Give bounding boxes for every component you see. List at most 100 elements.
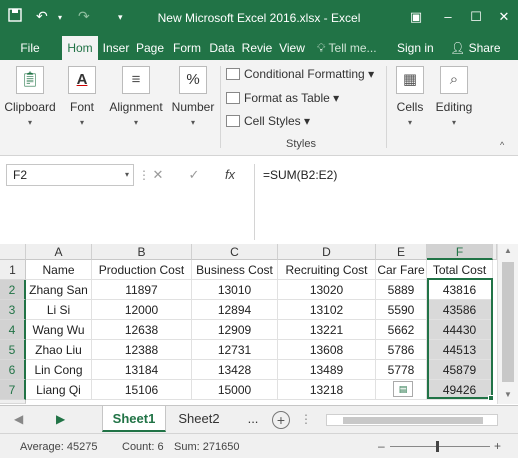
insert-function-icon[interactable]: fx [218, 164, 242, 186]
horizontal-scrollbar[interactable] [326, 414, 498, 426]
minimize-icon[interactable]: – [436, 6, 460, 28]
prev-sheet-icon[interactable]: ◀ [14, 412, 23, 426]
cell-a5[interactable]: Zhao Liu [26, 340, 92, 360]
column-header-b[interactable]: B [92, 244, 192, 260]
cell-f5[interactable]: 44513 [427, 340, 493, 360]
row-header-4[interactable]: 4 [0, 320, 26, 340]
cell-b5[interactable]: 12388 [92, 340, 192, 360]
cell-c5[interactable]: 12731 [192, 340, 278, 360]
row-header-5[interactable]: 5 [0, 340, 26, 360]
cell-c3[interactable]: 12894 [192, 300, 278, 320]
cell-d6[interactable]: 13489 [278, 360, 376, 380]
cell-c7[interactable]: 15000 [192, 380, 278, 400]
tab-sheet1[interactable]: Sheet1 [102, 406, 166, 432]
zoom-out-icon[interactable]: – [378, 439, 385, 453]
column-header-c[interactable]: C [192, 244, 278, 260]
clipboard-group[interactable]: 📋︎ Clipboard ▾ [0, 60, 60, 156]
zoom-slider[interactable] [390, 441, 490, 452]
cancel-icon[interactable]: ✕ [146, 164, 170, 186]
close-icon[interactable]: ✕ [492, 6, 516, 28]
quick-analysis-icon[interactable]: ▤ [393, 381, 413, 397]
column-header-d[interactable]: D [278, 244, 376, 260]
cell-d1[interactable]: Recruiting Cost [278, 260, 376, 280]
row-header-8[interactable] [0, 400, 26, 404]
cell-b7[interactable]: 15106 [92, 380, 192, 400]
share-button[interactable]: 👤︎ Share [450, 36, 501, 60]
cell-f2[interactable]: 43816 [427, 280, 493, 300]
cell-f7[interactable]: 49426 [427, 380, 493, 400]
add-sheet-icon[interactable]: + [272, 411, 290, 429]
cell-a3[interactable]: Li Si [26, 300, 92, 320]
format-as-table-button[interactable]: Format as Table ▾ [226, 88, 339, 108]
more-sheets-button[interactable]: ... [238, 406, 268, 432]
row-header-7[interactable]: 7 [0, 380, 26, 400]
row-header-6[interactable]: 6 [0, 360, 26, 380]
cell-c2[interactable]: 13010 [192, 280, 278, 300]
cell-c4[interactable]: 12909 [192, 320, 278, 340]
maximize-icon[interactable]: ☐ [464, 6, 488, 28]
cell-c1[interactable]: Business Cost [192, 260, 278, 280]
column-header-f[interactable]: F [427, 244, 493, 260]
number-group[interactable]: % Number ▾ [168, 60, 218, 156]
tab-home[interactable]: Hom [62, 36, 98, 60]
sign-in-link[interactable]: Sign in [397, 36, 434, 60]
tab-formulas[interactable]: Form [170, 36, 204, 60]
row-header-3[interactable]: 3 [0, 300, 26, 320]
cell-f3[interactable]: 43586 [427, 300, 493, 320]
alignment-group[interactable]: ≡ Alignment ▾ [104, 60, 168, 156]
vertical-scrollbar[interactable]: ▲ ▼ [497, 244, 518, 404]
cell-e4[interactable]: 5662 [376, 320, 427, 340]
cell-f1[interactable]: Total Cost [427, 260, 493, 280]
cell-c6[interactable]: 13428 [192, 360, 278, 380]
cell-styles-button[interactable]: Cell Styles ▾ [226, 111, 310, 131]
tab-review[interactable]: Revie [240, 36, 274, 60]
cell-a1[interactable]: Name [26, 260, 92, 280]
cell-e2[interactable]: 5889 [376, 280, 427, 300]
select-all-corner[interactable] [0, 244, 26, 260]
cell-e1[interactable]: Car Fare [376, 260, 427, 280]
tab-data[interactable]: Data [206, 36, 238, 60]
scroll-thumb[interactable] [343, 417, 483, 424]
cell-b1[interactable]: Production Cost [92, 260, 192, 280]
cells-group[interactable]: ▦ Cells ▾ [390, 60, 430, 156]
cell-d5[interactable]: 13608 [278, 340, 376, 360]
scroll-down-icon[interactable]: ▼ [498, 390, 518, 399]
restore-icon[interactable]: ▣ [404, 6, 428, 28]
cell-f4[interactable]: 44430 [427, 320, 493, 340]
cell-e3[interactable]: 5590 [376, 300, 427, 320]
cell-d7[interactable]: 13218 [278, 380, 376, 400]
conditional-formatting-button[interactable]: Conditional Formatting ▾ [226, 64, 374, 84]
name-box[interactable]: F2 ▾ [6, 164, 134, 186]
cell-e5[interactable]: 5786 [376, 340, 427, 360]
cell-e6[interactable]: 5778 [376, 360, 427, 380]
tab-view[interactable]: View [276, 36, 308, 60]
font-group[interactable]: A Font ▾ [60, 60, 104, 156]
cell-d4[interactable]: 13221 [278, 320, 376, 340]
cell-a6[interactable]: Lin Cong [26, 360, 92, 380]
row-header-2[interactable]: 2 [0, 280, 26, 300]
cell-b3[interactable]: 12000 [92, 300, 192, 320]
scroll-up-icon[interactable]: ▲ [498, 246, 518, 255]
tell-me-box[interactable]: 💡︎ Tell me... [317, 36, 377, 60]
sheet-bar-grip[interactable]: ⋮ [300, 412, 312, 426]
cell-b6[interactable]: 13184 [92, 360, 192, 380]
tab-page-layout[interactable]: Page [134, 36, 166, 60]
collapse-ribbon-icon[interactable]: ^ [500, 140, 504, 150]
tab-file[interactable]: File [8, 36, 52, 60]
next-sheet-icon[interactable]: ▶ [56, 412, 65, 426]
zoom-slider-knob[interactable] [436, 441, 439, 452]
tab-insert[interactable]: Inser [100, 36, 132, 60]
column-header-a[interactable]: A [26, 244, 92, 260]
cell-b4[interactable]: 12638 [92, 320, 192, 340]
cell-a4[interactable]: Wang Wu [26, 320, 92, 340]
cell-f6[interactable]: 45879 [427, 360, 493, 380]
fill-handle[interactable] [488, 395, 494, 401]
column-header-e[interactable]: E [376, 244, 427, 260]
tab-sheet2[interactable]: Sheet2 [168, 406, 230, 432]
formula-input[interactable]: =SUM(B2:E2) [254, 164, 512, 240]
cell-d2[interactable]: 13020 [278, 280, 376, 300]
cell-b2[interactable]: 11897 [92, 280, 192, 300]
scroll-thumb[interactable] [502, 262, 514, 382]
editing-group[interactable]: ⌕ Editing ▾ [432, 60, 476, 156]
cell-d3[interactable]: 13102 [278, 300, 376, 320]
